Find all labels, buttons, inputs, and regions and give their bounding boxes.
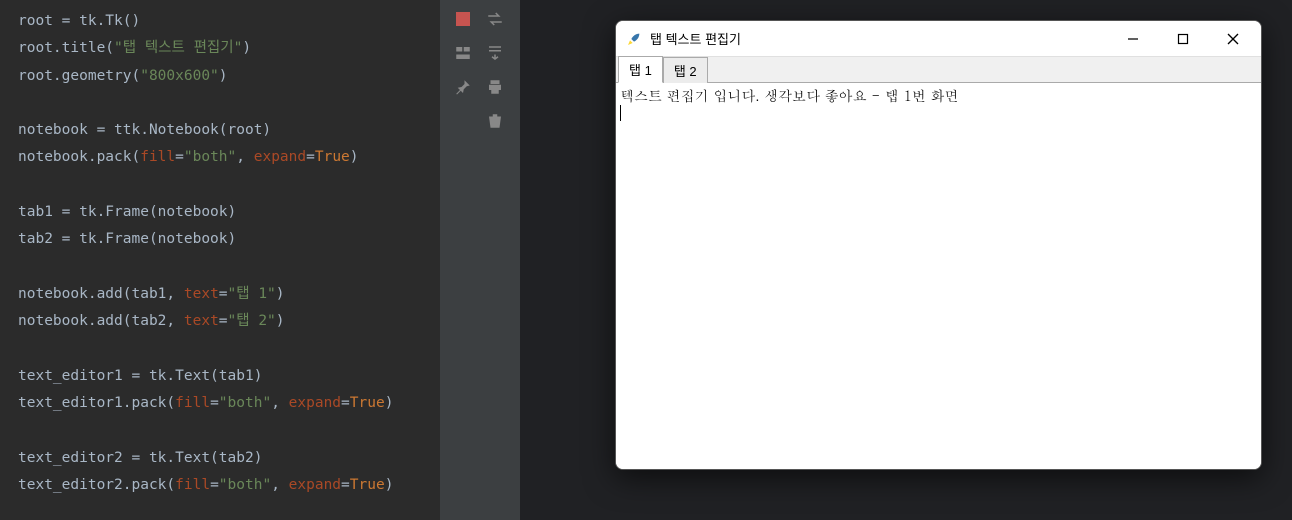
notebook-tabs: 탭 1 탭 2 (616, 57, 1261, 83)
titlebar[interactable]: 탭 텍스트 편집기 (616, 21, 1261, 57)
code-line: text_editor1 = tk.Text(tab1) (18, 368, 262, 384)
trash-icon[interactable] (484, 110, 506, 132)
text-caret (620, 105, 621, 121)
code-line: tab1 = tk.Frame(notebook) (18, 204, 236, 220)
code-line: text_editor2.pack( (18, 477, 175, 493)
code-editor[interactable]: root = tk.Tk() root.title("탭 텍스트 편집기") r… (0, 0, 440, 520)
code-line: root.title( (18, 40, 114, 56)
step-down-icon[interactable] (484, 42, 506, 64)
print-icon[interactable] (484, 76, 506, 98)
minimize-button[interactable] (1119, 25, 1147, 53)
rerun-icon[interactable] (484, 8, 506, 30)
code-line: notebook.add(tab2, (18, 313, 184, 329)
code-line: text_editor2 = tk.Text(tab2) (18, 450, 262, 466)
window-title: 탭 텍스트 편집기 (650, 29, 741, 48)
pin-icon[interactable] (452, 76, 474, 98)
text-content: 텍스트 편집기 입니다. 생각보다 좋아요 - 탭 1번 화면 (620, 85, 958, 105)
app-feather-icon (626, 31, 642, 47)
stop-button[interactable] (452, 8, 474, 30)
code-line: root.geometry( (18, 68, 140, 84)
tab-2[interactable]: 탭 2 (663, 57, 708, 83)
code-line: text_editor1.pack( (18, 395, 175, 411)
app-window: 탭 텍스트 편집기 탭 1 탭 2 텍스트 편집기 입니다. 생각보다 좋아요 … (615, 20, 1262, 470)
close-button[interactable] (1219, 25, 1247, 53)
code-line: notebook.pack( (18, 149, 140, 165)
text-editor[interactable]: 텍스트 편집기 입니다. 생각보다 좋아요 - 탭 1번 화면 (616, 83, 1261, 469)
code-line: tab2 = tk.Frame(notebook) (18, 231, 236, 247)
tab-label: 탭 1 (629, 63, 652, 78)
code-line: root = tk.Tk() (18, 13, 140, 29)
run-toolbar (440, 0, 520, 520)
code-line: notebook = ttk.Notebook(root) (18, 122, 271, 138)
layout-icon[interactable] (452, 42, 474, 64)
code-line: notebook.add(tab1, (18, 286, 184, 302)
tab-1[interactable]: 탭 1 (618, 56, 663, 83)
maximize-button[interactable] (1169, 25, 1197, 53)
tab-label: 탭 2 (674, 64, 697, 79)
